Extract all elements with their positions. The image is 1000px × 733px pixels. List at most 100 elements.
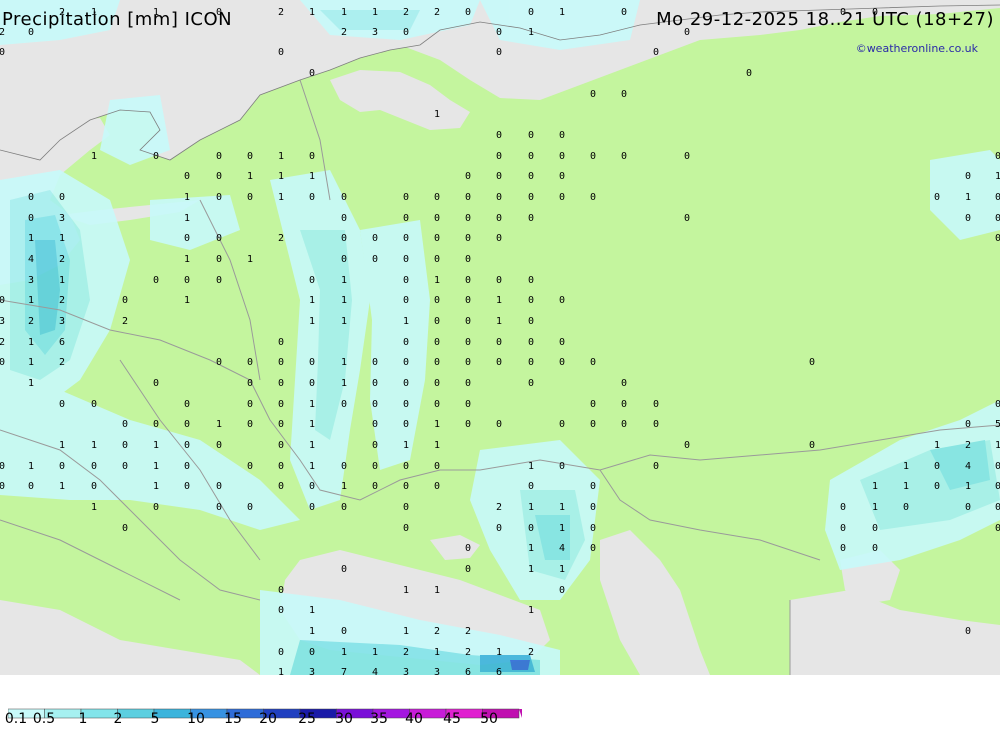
precip-value: 0 [559,130,565,141]
precip-value: 0 [496,357,502,368]
precip-value: 0 [590,543,596,554]
precip-value: 0 [247,461,253,472]
precip-value: 0 [528,481,534,492]
precip-value: 0 [590,419,596,430]
precip-value: 1 [341,275,347,286]
precip-value: 1 [309,7,315,18]
precip-value: 0 [496,419,502,430]
precip-value: 0 [496,130,502,141]
precip-value: 0 [341,564,347,575]
precip-value: 1 [403,316,409,327]
precip-value: 2 [278,7,284,18]
precip-value: 0 [465,419,471,430]
precip-value: 1 [28,357,34,368]
precip-value: 0 [216,481,222,492]
precip-value: 0 [653,47,659,58]
precip-value: 0 [528,171,534,182]
precip-value: 0 [496,213,502,224]
precip-value: 0 [309,275,315,286]
precip-value: 1 [184,213,190,224]
precip-value: 0 [434,399,440,410]
precip-value: 1 [341,295,347,306]
precip-value: 2 [59,295,65,306]
precip-value: 1 [559,564,565,575]
precip-value: 1 [965,192,971,203]
precip-value: 1 [528,605,534,616]
legend-label: 5 [150,711,160,727]
precip-value: 1 [59,233,65,244]
precip-value: 0 [559,337,565,348]
precip-value: 0 [278,378,284,389]
precip-value: 0 [341,254,347,265]
precip-value: 0 [559,171,565,182]
precip-value: 0 [309,68,315,79]
precip-value: 1 [341,316,347,327]
precip-value: 0 [216,233,222,244]
precip-value: 1 [434,647,440,658]
precip-value: 0 [403,523,409,534]
precip-value: 0 [653,461,659,472]
precip-value: 1 [559,502,565,513]
precip-value: 0 [403,378,409,389]
precip-value: 6 [496,667,502,675]
precip-value: 0 [965,171,971,182]
precip-value: 0 [91,461,97,472]
precip-value: 0 [0,481,5,492]
precip-value: 0 [872,543,878,554]
precip-value: 1 [309,171,315,182]
precip-value: 0 [559,585,565,596]
precip-value: 0 [278,47,284,58]
precip-value: 0 [528,151,534,162]
precip-value: 3 [28,275,34,286]
precip-value: 0 [528,213,534,224]
precip-value: 1 [216,419,222,430]
credit-link[interactable]: ©weatheronline.co.uk [856,42,978,55]
precip-value: 0 [465,233,471,244]
precip-value: 0 [809,357,815,368]
precip-value: 0 [28,213,34,224]
precip-value: 6 [59,337,65,348]
precip-value: 0 [995,481,1000,492]
precip-value: 1 [278,667,284,675]
precip-value: 1 [341,647,347,658]
precip-value: 1 [91,440,97,451]
precip-value: 1 [309,461,315,472]
precip-value: 0 [903,502,909,513]
precip-value: 0 [341,502,347,513]
precip-value: 0 [965,626,971,637]
precip-value: 1 [309,295,315,306]
precip-value: 2 [28,316,34,327]
precip-value: 0 [434,254,440,265]
precip-value: 1 [184,295,190,306]
precip-value: 0 [372,440,378,451]
precip-value: 2 [465,647,471,658]
precip-value: 1 [528,27,534,38]
precip-value: 0 [496,151,502,162]
precip-value: 0 [590,89,596,100]
precip-value: 0 [278,585,284,596]
legend-swatch [117,708,155,719]
precip-value: 1 [341,378,347,389]
precip-value: 5 [995,419,1000,430]
precip-value: 0 [341,233,347,244]
precip-value: 0 [278,337,284,348]
precip-value: 0 [403,213,409,224]
precip-value: 1 [309,440,315,451]
precip-value: 0 [684,440,690,451]
precip-value: 0 [653,399,659,410]
precip-value: 1 [309,626,315,637]
precip-value: 0 [840,502,846,513]
precip-value: 0 [934,481,940,492]
precip-value: 3 [59,213,65,224]
precip-value: 0 [372,419,378,430]
precip-value: 0 [621,89,627,100]
precip-value: 0 [184,461,190,472]
precip-value: 1 [153,440,159,451]
precip-value: 0 [403,357,409,368]
precip-value: 1 [496,647,502,658]
precip-value: 0 [621,419,627,430]
precip-value: 0 [995,399,1000,410]
precip-value: 3 [434,667,440,675]
precip-value: 0 [153,151,159,162]
precip-value: 0 [28,481,34,492]
